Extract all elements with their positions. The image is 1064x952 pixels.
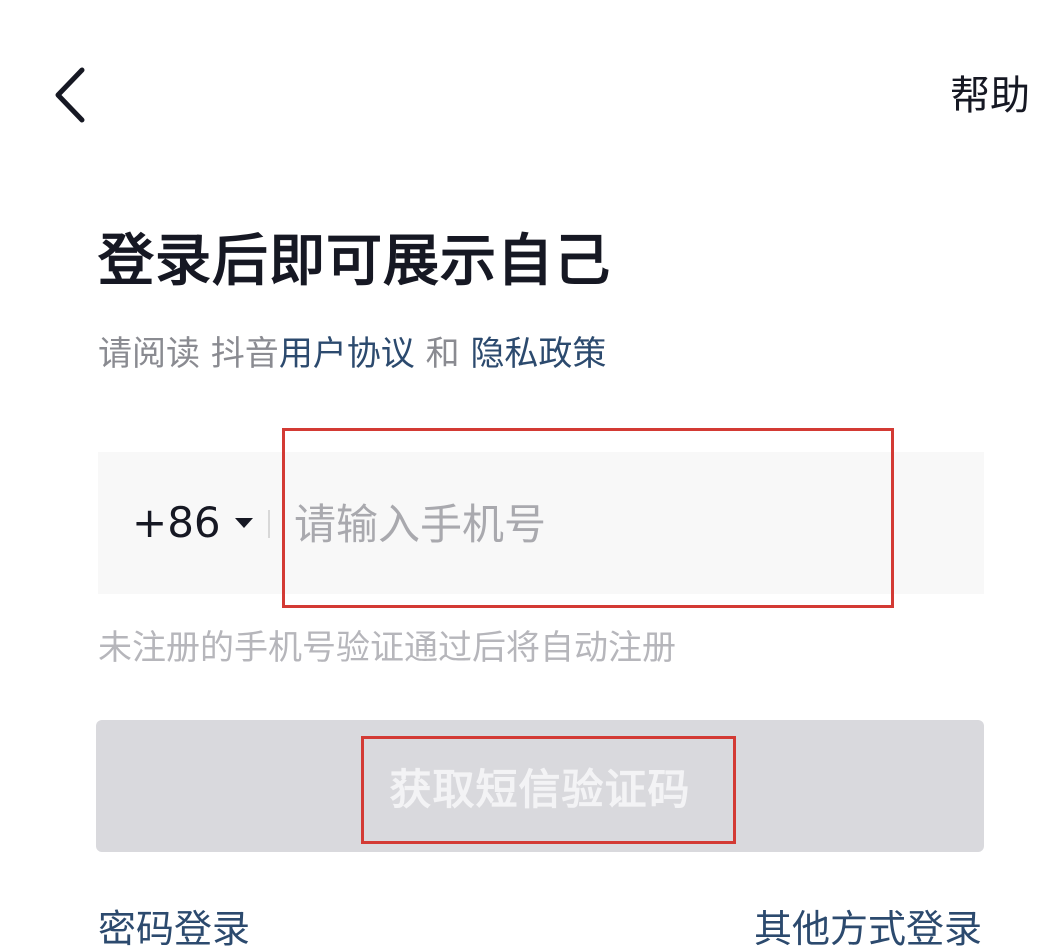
input-divider xyxy=(268,510,270,538)
phone-number-input[interactable] xyxy=(294,476,874,572)
auto-register-hint: 未注册的手机号验证通过后将自动注册 xyxy=(98,628,676,668)
phone-input-row: +86 xyxy=(98,452,984,594)
agreement-conjunction: 和 xyxy=(414,334,471,374)
country-code-selector[interactable]: +86 xyxy=(132,500,253,546)
privacy-policy-link[interactable]: 隐私政策 xyxy=(470,334,606,374)
password-login-link[interactable]: 密码登录 xyxy=(98,906,250,952)
back-button[interactable] xyxy=(44,62,104,128)
help-button[interactable]: 帮助 xyxy=(950,72,1030,120)
agreement-prefix: 请阅读 抖音 xyxy=(98,334,279,374)
other-login-link[interactable]: 其他方式登录 xyxy=(754,906,982,952)
country-code-label: +86 xyxy=(132,498,221,547)
get-sms-code-label: 获取短信验证码 xyxy=(389,764,691,814)
caret-down-icon xyxy=(234,518,253,528)
login-page: 帮助 登录后即可展示自己 请阅读 抖音用户协议 和 隐私政策 +86 未注册的手… xyxy=(0,0,1064,952)
chevron-left-icon xyxy=(55,67,85,123)
get-sms-code-button[interactable]: 获取短信验证码 xyxy=(96,720,984,852)
agreement-text: 请阅读 抖音用户协议 和 隐私政策 xyxy=(98,332,606,376)
user-agreement-link[interactable]: 用户协议 xyxy=(279,334,415,374)
page-title: 登录后即可展示自己 xyxy=(98,229,611,294)
